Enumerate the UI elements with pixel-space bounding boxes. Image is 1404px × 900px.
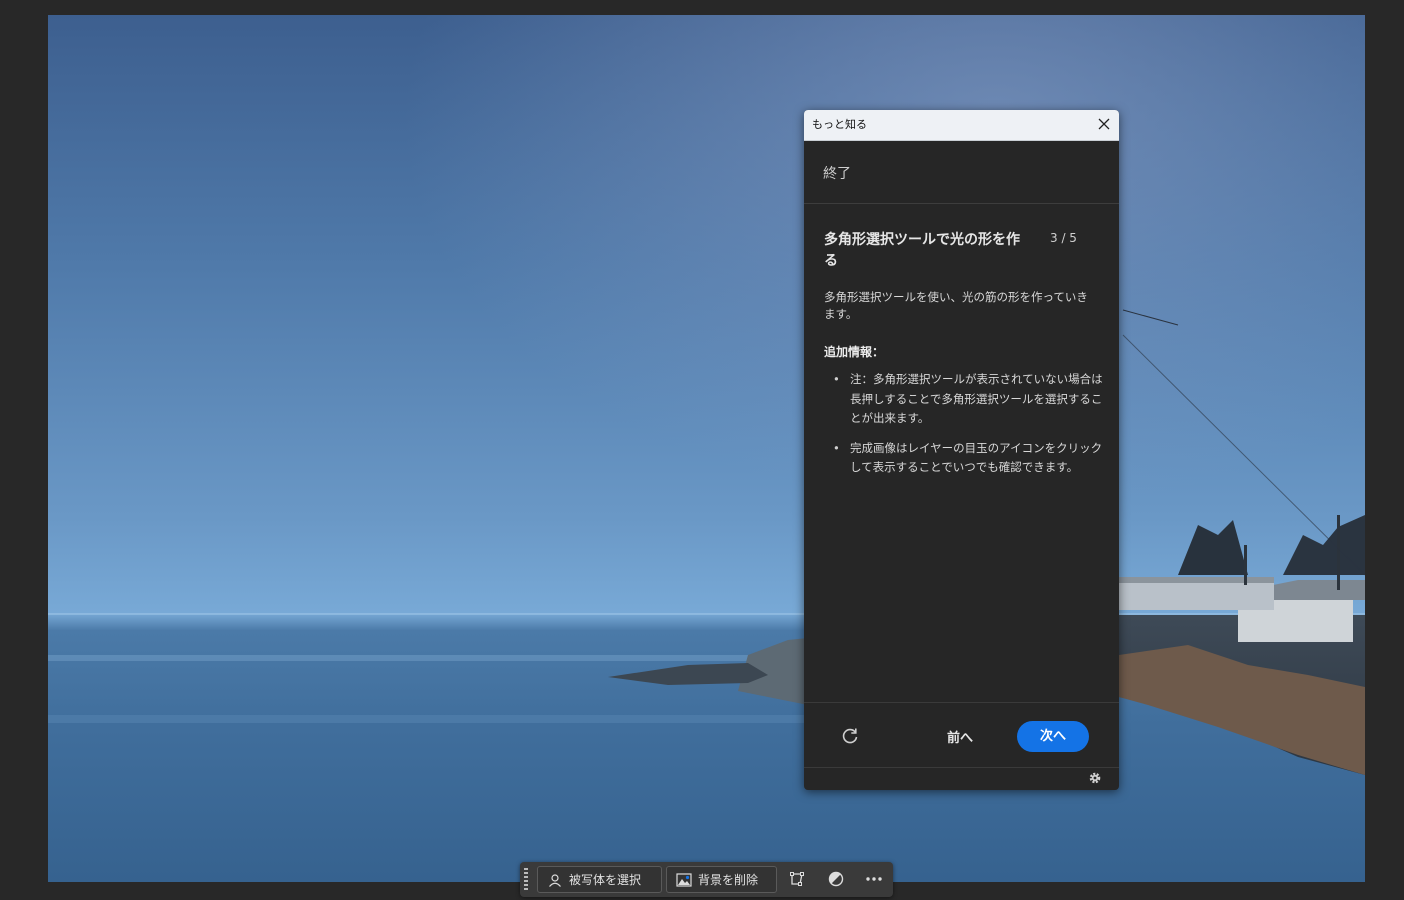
gear-icon[interactable]	[1088, 771, 1102, 785]
adjustment-icon[interactable]	[825, 868, 847, 890]
select-subject-button[interactable]: 被写体を選択	[537, 866, 662, 893]
close-icon[interactable]	[1097, 116, 1111, 132]
refresh-icon[interactable]	[840, 726, 860, 746]
contextual-task-bar: 被写体を選択 背景を削除	[520, 862, 893, 897]
drag-handle[interactable]	[524, 868, 528, 892]
learn-panel-title: もっと知る	[812, 118, 867, 131]
list-item: 注：多角形選択ツールが表示されていない場合は長押しすることで多角形選択ツールを選…	[833, 370, 1112, 429]
step-title: 多角形選択ツールで光の形を作る	[824, 232, 1020, 269]
exit-button[interactable]: 終了	[823, 163, 851, 183]
step-counter: 3 / 5	[1050, 231, 1077, 245]
learn-panel-titlebar[interactable]: もっと知る	[804, 110, 1119, 141]
transform-icon[interactable]	[786, 868, 808, 890]
person-icon	[549, 874, 561, 887]
list-item: 完成画像はレイヤーの目玉のアイコンをクリックして表示することでいつでも確認できま…	[833, 439, 1112, 478]
select-subject-label: 被写体を選択	[569, 873, 642, 887]
more-options-icon[interactable]	[863, 868, 885, 890]
image-icon	[676, 873, 692, 887]
remove-background-button[interactable]: 背景を削除	[666, 866, 777, 893]
document-canvas[interactable]	[48, 15, 1365, 882]
panel-footer: 前へ 次へ	[804, 702, 1119, 768]
previous-button[interactable]: 前へ	[947, 727, 973, 746]
step-description: 多角形選択ツールを使い、光の筋の形を作っていきます。	[824, 290, 1088, 321]
additional-info-heading: 追加情報：	[824, 345, 885, 359]
seascape-photo	[48, 15, 1365, 882]
additional-info-list: 注：多角形選択ツールが表示されていない場合は長押しすることで多角形選択ツールを選…	[824, 370, 1112, 488]
remove-background-label: 背景を削除	[698, 873, 759, 887]
next-button[interactable]: 次へ	[1017, 721, 1089, 752]
learn-panel: もっと知る 終了 多角形選択ツールで光の形を作る 3 / 5 多角形選択ツールを…	[804, 110, 1119, 790]
exit-bar: 終了	[804, 140, 1119, 204]
